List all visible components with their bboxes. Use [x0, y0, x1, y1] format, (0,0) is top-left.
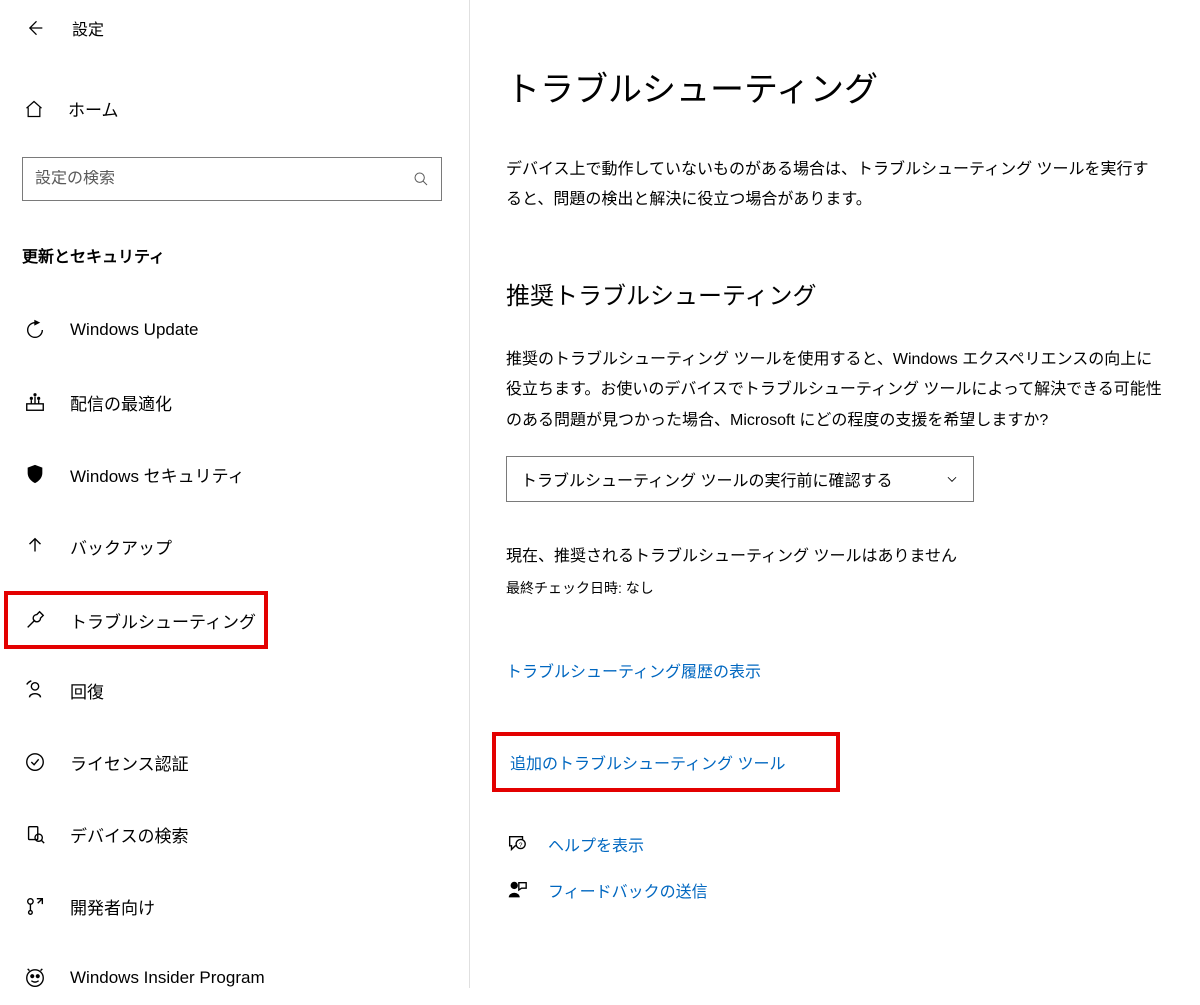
sidebar-item-label: バックアップ	[70, 534, 172, 559]
help-link-label: ヘルプを表示	[548, 832, 644, 856]
troubleshoot-preference-dropdown[interactable]: トラブルシューティング ツールの実行前に確認する	[506, 456, 974, 502]
sidebar: 設定 ホーム 更新とセキュリティ	[0, 0, 470, 988]
sidebar-item-label: 回復	[70, 678, 104, 703]
recovery-icon	[24, 679, 46, 701]
section-label: 更新とセキュリティ	[22, 243, 469, 267]
sidebar-item-windows-update[interactable]: Windows Update	[0, 303, 268, 357]
feedback-link-label: フィードバックの送信	[548, 878, 708, 902]
sidebar-item-label: 開発者向け	[70, 894, 155, 919]
sidebar-item-label: Windows Update	[70, 320, 199, 340]
shield-icon	[24, 463, 46, 485]
get-help-link[interactable]: ? ヘルプを表示	[506, 832, 1164, 856]
recommended-heading: 推奨トラブルシューティング	[506, 276, 1164, 311]
sidebar-item-windows-insider[interactable]: Windows Insider Program	[0, 951, 268, 1005]
lead-text: デバイス上で動作していないものがある場合は、トラブルシューティング ツールを実行…	[506, 155, 1164, 216]
page-title: トラブルシューティング	[506, 62, 1164, 111]
main-content: トラブルシューティング デバイス上で動作していないものがある場合は、トラブルシュ…	[470, 0, 1200, 988]
home-button[interactable]: ホーム	[0, 40, 469, 121]
feedback-icon	[506, 879, 528, 901]
sidebar-item-label: Windows Insider Program	[70, 968, 265, 988]
troubleshoot-history-link[interactable]: トラブルシューティング履歴の表示	[506, 658, 761, 682]
window-title: 設定	[72, 16, 104, 40]
sidebar-item-troubleshoot[interactable]: トラブルシューティング	[4, 591, 268, 649]
sync-icon	[24, 319, 46, 341]
delivery-icon	[24, 391, 46, 413]
home-icon	[24, 99, 44, 119]
sidebar-item-windows-security[interactable]: Windows セキュリティ	[0, 447, 268, 501]
sidebar-item-label: トラブルシューティング	[70, 608, 256, 633]
find-device-icon	[24, 823, 46, 845]
wrench-icon	[24, 609, 46, 631]
sidebar-item-recovery[interactable]: 回復	[0, 663, 268, 717]
search-icon	[413, 171, 429, 187]
feedback-link[interactable]: フィードバックの送信	[506, 878, 1164, 902]
sidebar-item-label: 配信の最適化	[70, 390, 172, 415]
checkmark-circle-icon	[24, 751, 46, 773]
chevron-down-icon	[945, 472, 959, 486]
search-input[interactable]	[35, 170, 413, 188]
sidebar-item-activation[interactable]: ライセンス認証	[0, 735, 268, 789]
additional-troubleshooters-highlight: 追加のトラブルシューティング ツール	[492, 732, 840, 792]
home-label: ホーム	[68, 96, 119, 121]
sidebar-item-for-developers[interactable]: 開発者向け	[0, 879, 268, 933]
nav-list: Windows Update 配信の最適化	[0, 303, 469, 1005]
sidebar-item-delivery-optimization[interactable]: 配信の最適化	[0, 375, 268, 429]
svg-text:?: ?	[519, 842, 523, 849]
lastcheck-text: 最終チェック日時: なし	[506, 578, 1164, 598]
sidebar-item-label: Windows セキュリティ	[70, 462, 245, 487]
search-input-container[interactable]	[22, 157, 442, 201]
help-bubble-icon: ?	[506, 833, 528, 855]
back-arrow-icon[interactable]	[24, 18, 44, 38]
recommended-text: 推奨のトラブルシューティング ツールを使用すると、Windows エクスペリエン…	[506, 345, 1164, 436]
sidebar-item-find-my-device[interactable]: デバイスの検索	[0, 807, 268, 861]
sidebar-item-label: ライセンス認証	[70, 750, 189, 775]
sidebar-item-backup[interactable]: バックアップ	[0, 519, 268, 573]
developer-icon	[24, 895, 46, 917]
upload-icon	[24, 535, 46, 557]
insider-icon	[24, 967, 46, 989]
sidebar-item-label: デバイスの検索	[70, 822, 189, 847]
additional-troubleshooters-link[interactable]: 追加のトラブルシューティング ツール	[510, 750, 786, 774]
dropdown-selected: トラブルシューティング ツールの実行前に確認する	[521, 467, 893, 491]
status-text: 現在、推奨されるトラブルシューティング ツールはありません	[506, 542, 1164, 566]
